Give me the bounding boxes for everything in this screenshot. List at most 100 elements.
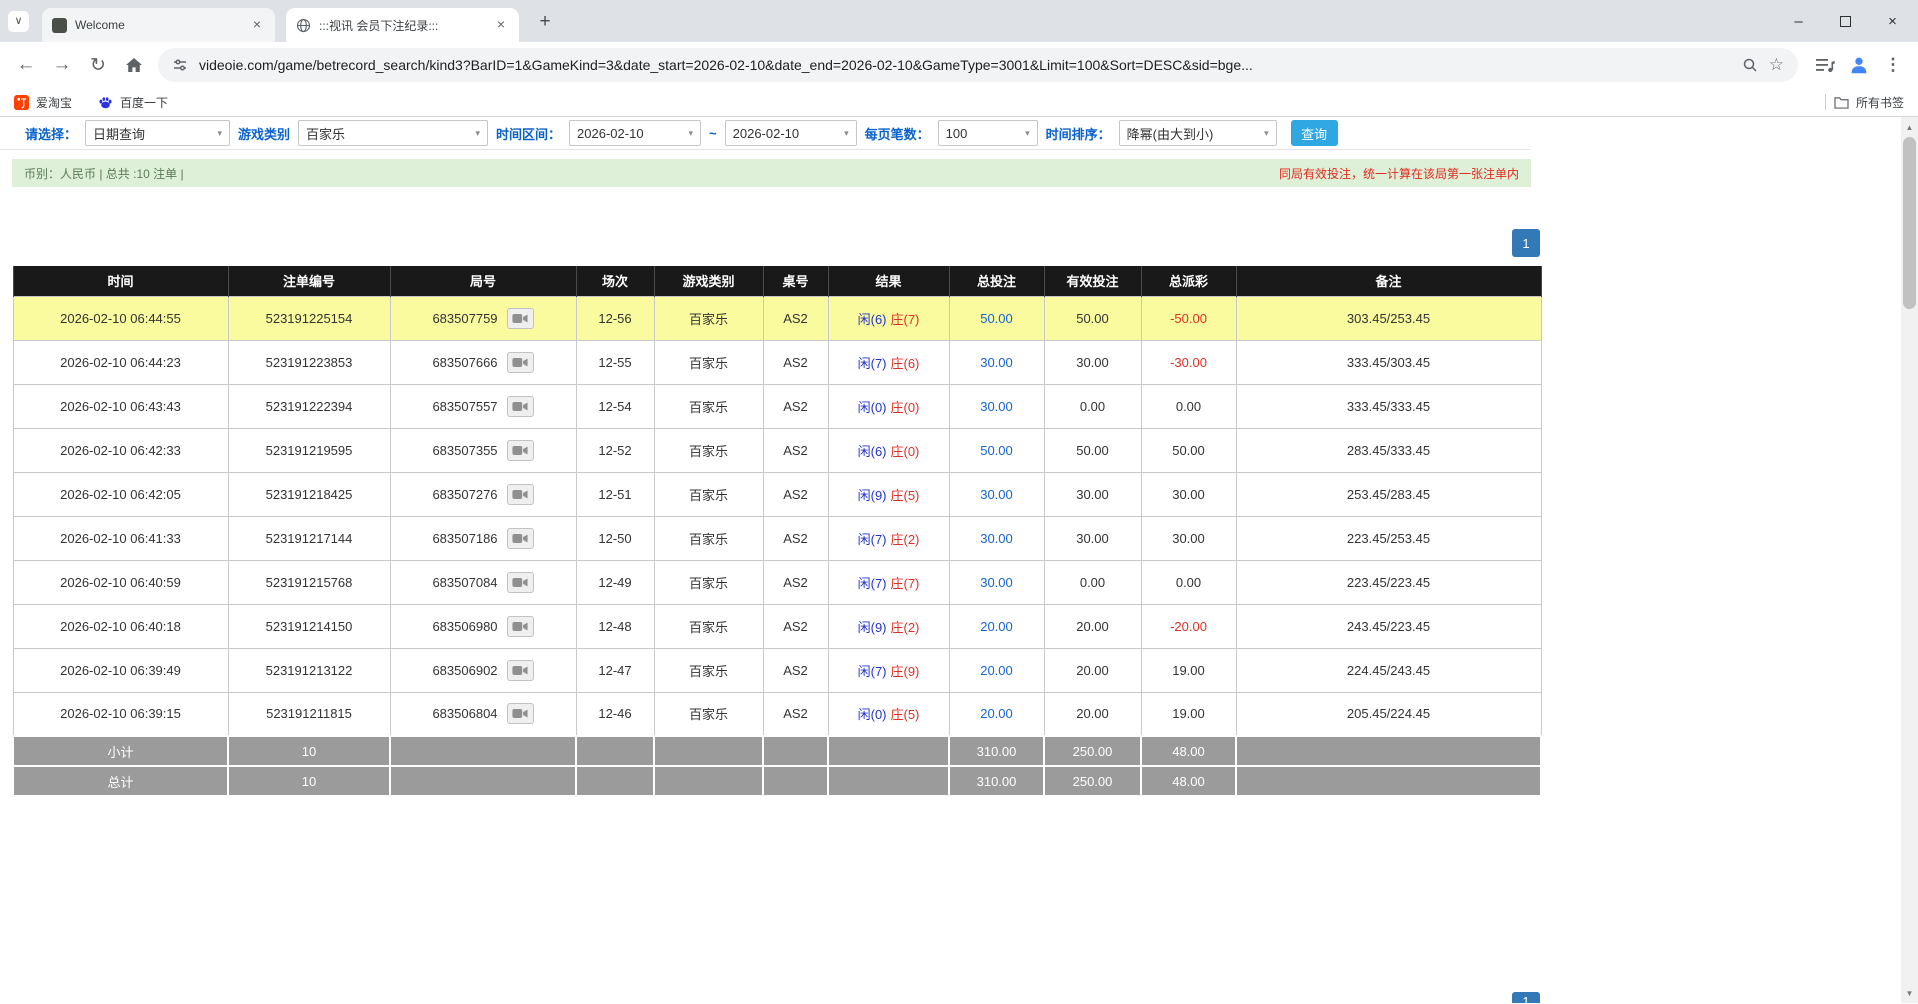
date-end-select[interactable]: 2026-02-10 ▾ xyxy=(725,120,857,146)
cell-time: 2026-02-10 06:40:18 xyxy=(13,604,228,648)
replay-video-button[interactable] xyxy=(507,352,534,373)
chevron-down-icon: ▾ xyxy=(217,128,222,139)
media-controls-icon[interactable] xyxy=(1808,48,1842,82)
pagination-bottom-page-button[interactable]: 1 xyxy=(1512,992,1540,1003)
scrollbar-thumb[interactable] xyxy=(1903,137,1916,309)
total-bet-link[interactable]: 30.00 xyxy=(980,575,1013,590)
round-number: 683507666 xyxy=(432,355,497,370)
cell-total-bet: 20.00 xyxy=(949,648,1044,692)
game-category-select[interactable]: 百家乐 ▾ xyxy=(298,120,488,146)
records-table-wrap: 时间注单编号局号场次游戏类别桌号结果总投注有效投注总派彩备注 2026-02-1… xyxy=(12,266,1542,797)
back-button[interactable]: ← xyxy=(8,47,44,83)
total-bet-link[interactable]: 20.00 xyxy=(980,663,1013,678)
replay-video-button[interactable] xyxy=(507,616,534,637)
cell-total-bet: 30.00 xyxy=(949,472,1044,516)
bookmark-star-icon[interactable]: ☆ xyxy=(1769,55,1784,75)
date-start-select[interactable]: 2026-02-10 ▾ xyxy=(569,120,701,146)
total-bet-link[interactable]: 30.00 xyxy=(980,399,1013,414)
table-foot: 小计 10 310.00 250.00 48.00 总计 10 310.00 2… xyxy=(13,736,1541,796)
replay-video-button[interactable] xyxy=(507,572,534,593)
cell-result: 闲(0)庄(5) xyxy=(828,692,949,736)
cell-bet-id: 523191225154 xyxy=(228,296,390,340)
sort-order-select[interactable]: 降幂(由大到小) ▾ xyxy=(1119,120,1277,146)
replay-video-button[interactable] xyxy=(507,396,534,417)
tab-welcome[interactable]: Welcome × xyxy=(42,8,275,42)
query-type-select[interactable]: 日期查询 ▾ xyxy=(85,120,230,146)
cell-empty xyxy=(828,736,949,766)
home-button[interactable] xyxy=(116,47,152,83)
cell-result: 闲(0)庄(0) xyxy=(828,384,949,428)
address-bar[interactable]: videoie.com/game/betrecord_search/kind3?… xyxy=(158,48,1798,82)
close-tab-icon[interactable]: × xyxy=(249,17,265,33)
player-result: 闲(0) xyxy=(858,400,887,415)
scrollbar[interactable]: ▲ ▼ xyxy=(1901,117,1918,1003)
chevron-down-icon: ▾ xyxy=(1025,128,1030,139)
cell-round: 683506902 xyxy=(390,648,576,692)
cell-valid-bet: 20.00 xyxy=(1044,692,1141,736)
home-icon xyxy=(125,57,143,73)
total-bet-link[interactable]: 20.00 xyxy=(980,619,1013,634)
total-bet-link[interactable]: 30.00 xyxy=(980,355,1013,370)
search-button[interactable]: 查询 xyxy=(1291,120,1338,146)
url-text[interactable]: videoie.com/game/betrecord_search/kind3?… xyxy=(199,57,1731,73)
round-number: 683507186 xyxy=(432,531,497,546)
reload-button[interactable]: ↻ xyxy=(80,47,116,83)
column-header: 场次 xyxy=(576,266,654,296)
all-bookmarks-button[interactable]: 所有书签 xyxy=(1834,94,1904,111)
round-number: 683507557 xyxy=(432,399,497,414)
tab-strip: ∨ Welcome × :::视讯 会员下注纪录::: × + – × xyxy=(0,0,1918,42)
cell-round: 683506980 xyxy=(390,604,576,648)
browser-toolbar: ← → ↻ videoie.com/game/betrecord_search/… xyxy=(0,42,1918,88)
cell-note: 253.45/283.45 xyxy=(1236,472,1541,516)
scroll-up-arrow[interactable]: ▲ xyxy=(1901,119,1918,135)
maximize-button[interactable] xyxy=(1822,0,1869,42)
total-bet-link[interactable]: 30.00 xyxy=(980,487,1013,502)
cell-bet-id: 523191218425 xyxy=(228,472,390,516)
total-bet-link[interactable]: 50.00 xyxy=(980,443,1013,458)
cell-empty xyxy=(576,736,654,766)
total-bet-link[interactable]: 50.00 xyxy=(980,311,1013,326)
site-info-icon[interactable] xyxy=(172,57,188,73)
cell-game: 百家乐 xyxy=(654,472,763,516)
replay-video-button[interactable] xyxy=(507,528,534,549)
total-bet-link[interactable]: 20.00 xyxy=(980,706,1013,721)
close-tab-icon[interactable]: × xyxy=(493,17,509,33)
cell-payout: 50.00 xyxy=(1141,428,1236,472)
replay-video-button[interactable] xyxy=(507,440,534,461)
cell-table: AS2 xyxy=(763,604,828,648)
cell-total-bet: 50.00 xyxy=(949,428,1044,472)
replay-video-button[interactable] xyxy=(507,308,534,329)
scroll-down-arrow[interactable]: ▼ xyxy=(1901,985,1918,1001)
cell-session: 12-51 xyxy=(576,472,654,516)
table-row: 2026-02-10 06:42:05 523191218425 6835072… xyxy=(13,472,1541,516)
select-type-label: 请选择： xyxy=(25,124,77,143)
profile-avatar-icon[interactable] xyxy=(1842,48,1876,82)
pagination-page-button[interactable]: 1 xyxy=(1512,229,1540,257)
cell-bet-id: 523191219595 xyxy=(228,428,390,472)
close-window-button[interactable]: × xyxy=(1869,0,1916,42)
forward-button[interactable]: → xyxy=(44,47,80,83)
table-body: 2026-02-10 06:44:55 523191225154 6835077… xyxy=(13,296,1541,736)
bookmark-aitaobao[interactable]: 爱淘宝 xyxy=(14,94,72,111)
new-tab-button[interactable]: + xyxy=(532,9,558,35)
tab-betrecord[interactable]: :::视讯 会员下注纪录::: × xyxy=(286,8,519,42)
page-size-select[interactable]: 100 ▾ xyxy=(938,120,1038,146)
cell-total-bet: 30.00 xyxy=(949,384,1044,428)
minimize-button[interactable]: – xyxy=(1775,0,1822,42)
replay-video-button[interactable] xyxy=(507,660,534,681)
cell-empty xyxy=(654,766,763,796)
column-header: 游戏类别 xyxy=(654,266,763,296)
browser-menu-icon[interactable]: ⋮ xyxy=(1876,48,1910,82)
bookmark-baidu[interactable]: 百度一下 xyxy=(98,94,168,111)
column-header: 注单编号 xyxy=(228,266,390,296)
video-camera-icon xyxy=(512,357,528,368)
cell-bet-id: 523191213122 xyxy=(228,648,390,692)
replay-video-button[interactable] xyxy=(507,484,534,505)
cell-round: 683507276 xyxy=(390,472,576,516)
zoom-icon[interactable] xyxy=(1742,57,1758,73)
cell-time: 2026-02-10 06:44:55 xyxy=(13,296,228,340)
replay-video-button[interactable] xyxy=(507,703,534,724)
tab-search-button[interactable]: ∨ xyxy=(8,11,29,32)
select-value: 100 xyxy=(946,126,968,141)
total-bet-link[interactable]: 30.00 xyxy=(980,531,1013,546)
